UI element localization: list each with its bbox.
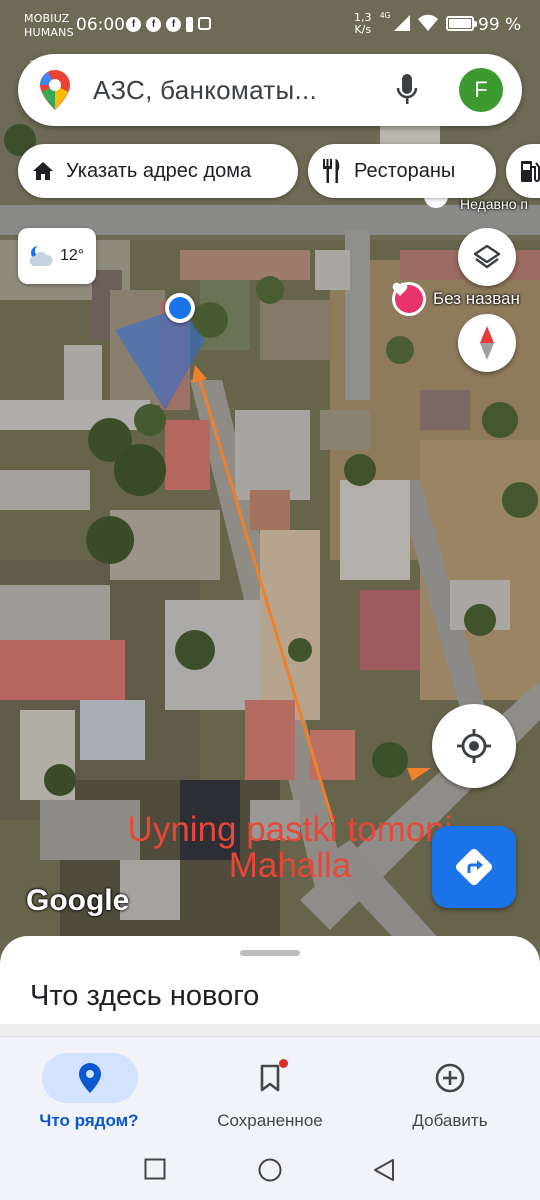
- tab-saved-label: Сохраненное: [217, 1111, 323, 1130]
- heart-icon: [392, 282, 423, 313]
- tab-contribute-label: Добавить: [412, 1111, 488, 1130]
- carrier-line-1: MOBIUZ: [24, 12, 70, 25]
- home-button[interactable]: [258, 1158, 282, 1187]
- tab-explore[interactable]: Что рядом?: [14, 1053, 164, 1131]
- search-input[interactable]: АЗС, банкоматы...: [93, 75, 317, 106]
- chip-restaurants-label: Рестораны: [354, 159, 456, 182]
- battery-icon: [446, 16, 477, 31]
- chip-home-address[interactable]: Указать адрес дома: [18, 144, 298, 198]
- bottom-navigation: Что рядом? Сохраненное Добавить: [0, 1036, 540, 1140]
- layers-button[interactable]: [458, 228, 516, 286]
- tab-saved[interactable]: Сохраненное: [195, 1053, 345, 1131]
- facebook-icon: f: [126, 17, 141, 32]
- poi-label-recent[interactable]: Недавно п: [460, 196, 528, 212]
- tab-explore-label: Что рядом?: [39, 1111, 139, 1130]
- carrier-line-2: HUMANS: [24, 26, 74, 39]
- google-watermark: Google: [26, 884, 130, 917]
- my-location-button[interactable]: [432, 704, 516, 788]
- weather-cloud-icon: [28, 244, 54, 268]
- bookmark-icon: [195, 1053, 345, 1103]
- poi-favorite-marker[interactable]: [392, 282, 426, 316]
- weather-temperature: 12°: [60, 247, 85, 264]
- carrier-name: MOBIUZ HUMANS: [24, 12, 74, 40]
- compass-icon: [477, 326, 497, 360]
- clock: 06:00: [76, 15, 125, 35]
- chip-home-label: Указать адрес дома: [66, 159, 252, 182]
- account-avatar[interactable]: F: [459, 68, 503, 112]
- system-navigation-bar: [0, 1140, 540, 1200]
- restaurant-icon: [322, 159, 342, 183]
- network-type: 4G: [380, 11, 391, 20]
- battery-percent: 99 %: [478, 15, 522, 35]
- directions-icon: [455, 848, 493, 886]
- square-icon: [144, 1158, 166, 1180]
- sheet-title: Что здесь нового: [30, 980, 260, 1012]
- wifi-icon: [418, 14, 438, 31]
- net-speed-unit: K/s: [354, 23, 372, 36]
- sheet-drag-handle[interactable]: [240, 950, 300, 956]
- back-triangle-icon: [374, 1159, 394, 1181]
- directions-button[interactable]: [432, 826, 516, 908]
- location-pin-icon: [38, 1053, 142, 1103]
- poi-label-unnamed[interactable]: Без назван: [433, 289, 520, 309]
- search-bar[interactable]: АЗС, банкоматы... F: [18, 54, 522, 126]
- home-icon: [32, 161, 54, 181]
- chip-restaurants[interactable]: Рестораны: [308, 144, 496, 198]
- crosshair-icon: [456, 728, 492, 764]
- recent-apps-button[interactable]: [144, 1158, 166, 1185]
- microphone-icon[interactable]: [396, 74, 418, 111]
- circle-icon: [258, 1158, 282, 1182]
- map-annotation: Uyning pastki tomoni Mahalla: [94, 812, 486, 884]
- status-bar: MOBIUZ HUMANS 06:00 f f f 1,3 K/s 4G 99 …: [0, 0, 540, 48]
- back-button[interactable]: [372, 1158, 396, 1187]
- gas-station-icon: [520, 159, 540, 183]
- facebook-icon: f: [166, 17, 181, 32]
- add-circle-icon: [375, 1053, 525, 1103]
- tab-contribute[interactable]: Добавить: [375, 1053, 525, 1131]
- annotation-line-2: Mahalla: [228, 846, 352, 885]
- annotation-line-1: Uyning pastki tomoni: [127, 810, 453, 849]
- network-speed: 1,3 K/s: [354, 12, 372, 36]
- google-maps-pin-icon: [40, 70, 70, 115]
- alert-icon: [186, 17, 193, 32]
- compass-button[interactable]: [458, 314, 516, 372]
- notification-dot: [279, 1059, 288, 1068]
- layers-icon: [473, 243, 501, 271]
- weather-badge[interactable]: 12°: [18, 228, 96, 284]
- facebook-icon: f: [146, 17, 161, 32]
- instagram-icon: [198, 17, 211, 30]
- current-location-dot[interactable]: [165, 293, 195, 323]
- signal-icon: [394, 15, 410, 31]
- sheet-divider: [0, 1024, 540, 1036]
- notification-icons: f f f: [126, 17, 211, 32]
